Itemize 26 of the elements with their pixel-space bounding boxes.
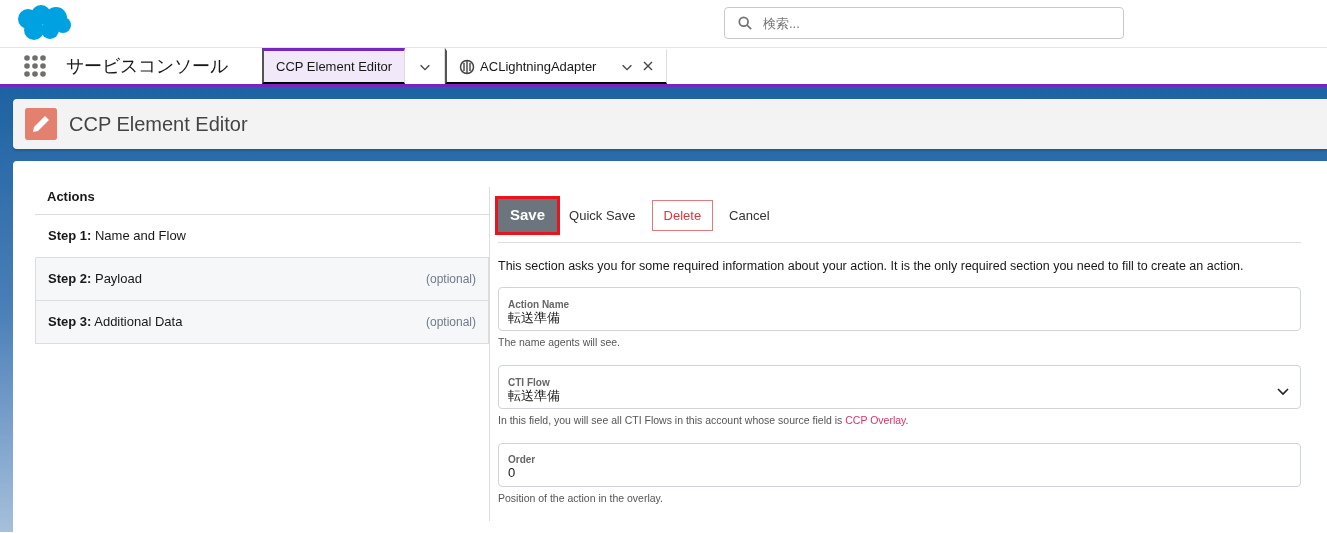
- input-field[interactable]: Action Name 転送準備: [498, 287, 1301, 332]
- input-field[interactable]: Order 0: [498, 442, 1301, 487]
- delete-button[interactable]: Delete: [651, 199, 714, 231]
- step-item[interactable]: Step 3: Additional Data (optional): [35, 300, 489, 344]
- close-icon[interactable]: [642, 59, 655, 72]
- save-button[interactable]: Save: [498, 199, 558, 232]
- globe-icon: [459, 58, 476, 75]
- tab[interactable]: ACLightningAdapter: [445, 48, 668, 84]
- help-text: In this field, you will see all CTI Flows in this account whose source field is CCP Overlay.: [498, 413, 910, 428]
- intro-text: This section asks you for some required information about your action. It is the only required section you need to fill to create an action.: [498, 257, 1245, 275]
- select-field[interactable]: CTI Flow 転送準備: [498, 365, 1301, 409]
- help-text: Position of the action in the overlay.: [498, 490, 664, 506]
- tab[interactable]: CCP Element Editor: [262, 48, 406, 84]
- section-title: Actions: [46, 188, 96, 206]
- link[interactable]: CCP Overlay: [845, 414, 906, 426]
- pencil-icon: [25, 108, 57, 140]
- toolbar-button[interactable]: Cancel: [721, 200, 778, 230]
- page-title: CCP Element Editor: [69, 112, 248, 137]
- app-launcher-icon[interactable]: [24, 55, 46, 77]
- toolbar-button[interactable]: Quick Save: [561, 200, 644, 230]
- step-item[interactable]: Step 2: Payload (optional): [35, 257, 489, 301]
- optional-label: (optional): [425, 270, 476, 288]
- search-field[interactable]: 検索...: [724, 7, 1124, 39]
- app-name: サービスコンソール: [66, 54, 228, 78]
- optional-label: (optional): [425, 313, 476, 331]
- help-text: The name agents will see.: [498, 335, 621, 351]
